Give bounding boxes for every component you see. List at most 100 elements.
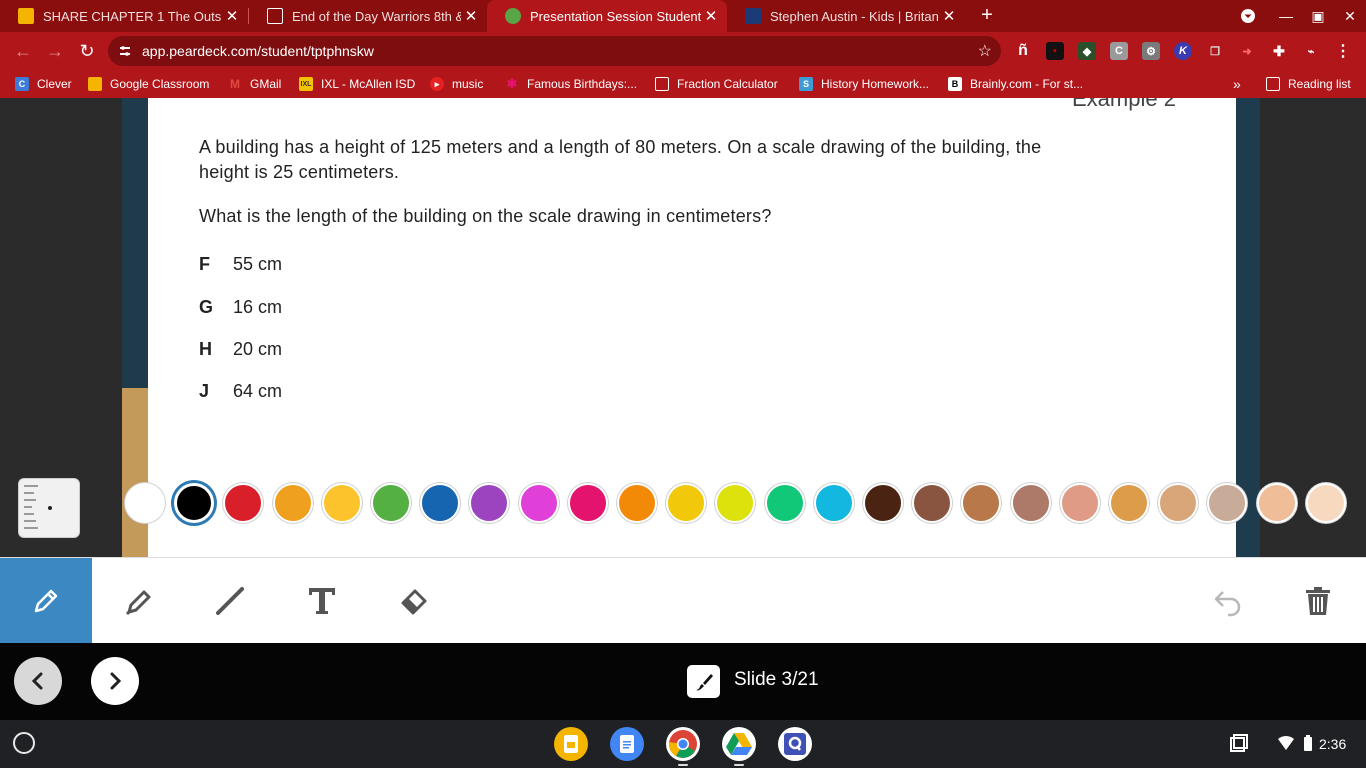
highlighter-tool-button[interactable] bbox=[92, 558, 184, 644]
bookmark-history-homework[interactable]: S History Homework... bbox=[799, 75, 929, 93]
eraser-tool-button[interactable] bbox=[368, 558, 460, 644]
extension-kami-icon[interactable]: K bbox=[1174, 42, 1192, 60]
pen-tool-button[interactable] bbox=[0, 558, 92, 644]
color-swatch[interactable] bbox=[617, 483, 657, 523]
bookmark-brainly[interactable]: B Brainly.com - For st... bbox=[948, 75, 1083, 93]
color-swatch[interactable] bbox=[174, 483, 214, 523]
google-drive-app-icon[interactable] bbox=[722, 727, 756, 761]
tab-share-chapter[interactable]: SHARE CHAPTER 1 The Outsiders ✕ bbox=[0, 0, 248, 32]
slide-decoration-gold bbox=[122, 388, 148, 557]
color-swatch[interactable] bbox=[519, 483, 559, 523]
close-icon[interactable]: ✕ bbox=[461, 7, 481, 25]
highlighter-icon bbox=[125, 590, 151, 616]
trash-icon bbox=[1306, 587, 1330, 615]
maximize-icon[interactable]: ▣ bbox=[1302, 0, 1334, 32]
color-swatch[interactable] bbox=[765, 483, 805, 523]
brush-size-dot bbox=[48, 506, 52, 510]
drawing-toolbar bbox=[0, 557, 1366, 644]
forward-arrow-icon[interactable]: → bbox=[40, 36, 70, 66]
close-window-icon[interactable]: ✕ bbox=[1334, 0, 1366, 32]
color-swatch[interactable] bbox=[568, 483, 608, 523]
color-swatch[interactable] bbox=[371, 483, 411, 523]
color-swatch[interactable] bbox=[469, 483, 509, 523]
bookmark-gmail[interactable]: M GMail bbox=[228, 75, 281, 93]
color-swatch[interactable] bbox=[863, 483, 903, 523]
extension-c-icon[interactable]: C bbox=[1110, 42, 1128, 60]
undo-button[interactable] bbox=[1182, 558, 1274, 644]
text-tool-button[interactable] bbox=[276, 558, 368, 644]
color-swatch[interactable] bbox=[1158, 483, 1198, 523]
color-swatch[interactable] bbox=[125, 483, 165, 523]
line-tool-button[interactable] bbox=[184, 558, 276, 644]
color-swatch[interactable] bbox=[273, 483, 313, 523]
extension-gear-icon[interactable]: ⚙ bbox=[1142, 42, 1160, 60]
delete-all-button[interactable] bbox=[1272, 558, 1364, 644]
color-swatch[interactable] bbox=[1207, 483, 1247, 523]
color-swatch[interactable] bbox=[666, 483, 706, 523]
bookmarks-overflow-chevron-icon[interactable]: » bbox=[1233, 75, 1241, 93]
minimize-icon[interactable]: — bbox=[1270, 0, 1302, 32]
previous-slide-button[interactable] bbox=[14, 657, 62, 705]
brush-size-lines-icon bbox=[24, 485, 38, 529]
running-indicator bbox=[678, 764, 688, 766]
color-swatch[interactable] bbox=[322, 483, 362, 523]
brush-size-selector[interactable] bbox=[18, 478, 80, 538]
reading-list-button[interactable]: Reading list bbox=[1266, 75, 1351, 93]
bookmark-ixl[interactable]: IXL IXL - McAllen ISD bbox=[299, 75, 415, 93]
launcher-icon[interactable] bbox=[13, 732, 35, 754]
tab-search-chevron-icon[interactable] bbox=[1232, 0, 1264, 32]
tab-presentation-session[interactable]: Presentation Session Student ✕ bbox=[487, 0, 727, 32]
color-swatch[interactable] bbox=[715, 483, 755, 523]
extension-media-icon[interactable]: ▪ bbox=[1046, 42, 1064, 60]
cast-icon[interactable]: ⌁ bbox=[1302, 42, 1320, 60]
bookmark-fraction-calculator[interactable]: Fraction Calculator bbox=[655, 75, 778, 93]
color-swatch[interactable] bbox=[1306, 483, 1346, 523]
color-swatch[interactable] bbox=[1257, 483, 1297, 523]
back-arrow-icon[interactable]: ← bbox=[8, 36, 38, 66]
eraser-icon bbox=[401, 589, 427, 615]
tab-stephen-austin[interactable]: Stephen Austin - Kids | Britannica ✕ bbox=[727, 0, 965, 32]
color-swatch[interactable] bbox=[1060, 483, 1100, 523]
pear-icon bbox=[505, 8, 521, 24]
clock-time[interactable]: 2:36 bbox=[1319, 736, 1346, 752]
chrome-app-icon[interactable] bbox=[666, 727, 700, 761]
undo-icon bbox=[1214, 591, 1241, 617]
color-swatch[interactable] bbox=[1109, 483, 1149, 523]
bookmark-music[interactable]: ▸ music bbox=[430, 75, 483, 93]
tote-icon[interactable] bbox=[1230, 734, 1248, 755]
color-swatch[interactable] bbox=[912, 483, 952, 523]
bookmark-clever[interactable]: C Clever bbox=[15, 75, 72, 93]
extension-n-icon[interactable]: ñ bbox=[1014, 42, 1032, 60]
menu-kebab-icon[interactable]: ⋮ bbox=[1334, 42, 1352, 60]
battery-icon[interactable] bbox=[1303, 735, 1313, 754]
calculator-icon bbox=[655, 77, 669, 91]
browser-toolbar: ← → ↻ app.peardeck.com/student/tptphnskw… bbox=[0, 32, 1366, 70]
wifi-icon[interactable] bbox=[1277, 735, 1295, 754]
site-info-icon[interactable] bbox=[118, 44, 132, 58]
bookmark-google-classroom[interactable]: Google Classroom bbox=[88, 75, 209, 93]
extensions-puzzle-icon[interactable]: ✚ bbox=[1270, 42, 1288, 60]
new-tab-plus-icon[interactable]: + bbox=[976, 4, 998, 26]
google-slides-app-icon[interactable] bbox=[554, 727, 588, 761]
bookmark-star-icon[interactable]: ☆ bbox=[978, 41, 992, 61]
close-icon[interactable]: ✕ bbox=[701, 7, 721, 25]
reload-icon[interactable]: ↻ bbox=[72, 36, 102, 66]
quizlet-app-icon[interactable] bbox=[778, 727, 812, 761]
color-swatch[interactable] bbox=[1011, 483, 1051, 523]
extension-tabs-icon[interactable]: ❐ bbox=[1206, 42, 1224, 60]
color-swatch[interactable] bbox=[420, 483, 460, 523]
running-indicator bbox=[734, 764, 744, 766]
google-docs-app-icon[interactable] bbox=[610, 727, 644, 761]
slide-heading: Example 2 bbox=[1072, 98, 1176, 111]
tab-end-of-day[interactable]: End of the Day Warriors 8th & 9th ✕ bbox=[249, 0, 487, 32]
color-swatch[interactable] bbox=[961, 483, 1001, 523]
address-bar[interactable]: app.peardeck.com/student/tptphnskw ☆ bbox=[108, 36, 1001, 66]
bookmark-famous-birthdays[interactable]: ✱ Famous Birthdays:... bbox=[505, 75, 638, 93]
next-slide-button[interactable] bbox=[91, 657, 139, 705]
extension-school-icon[interactable]: ◆ bbox=[1078, 42, 1096, 60]
color-swatch[interactable] bbox=[223, 483, 263, 523]
close-icon[interactable]: ✕ bbox=[939, 7, 959, 25]
close-icon[interactable]: ✕ bbox=[222, 7, 242, 25]
color-swatch[interactable] bbox=[814, 483, 854, 523]
extension-screencast-icon[interactable]: ➜ bbox=[1238, 42, 1256, 60]
